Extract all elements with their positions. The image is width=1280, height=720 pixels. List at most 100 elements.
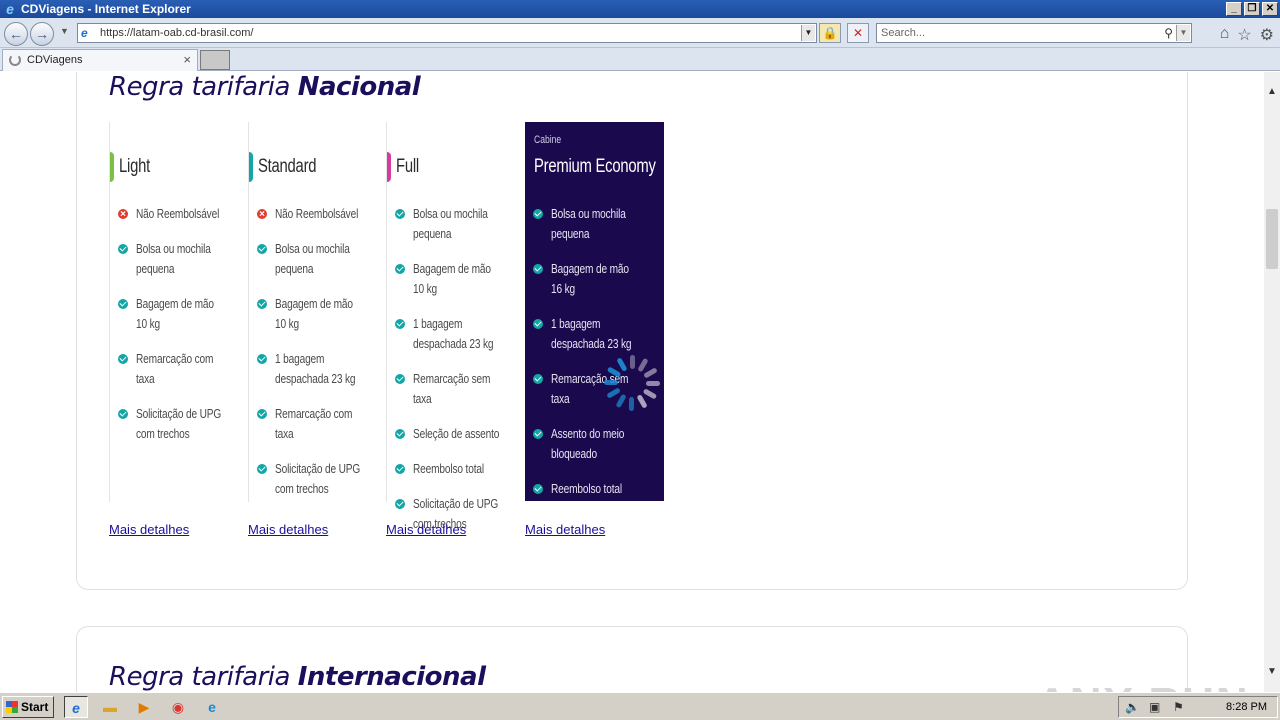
- chrome-icon[interactable]: ◉: [166, 696, 190, 718]
- fare-feature-text: 1 bagagem despachada 23 kg: [551, 316, 632, 351]
- volume-icon[interactable]: 🔈: [1125, 697, 1140, 717]
- fare-feature-text: Bolsa ou mochila pequena: [136, 241, 211, 276]
- fare-feature-text: 1 bagagem despachada 23 kg: [275, 351, 356, 386]
- minimize-button[interactable]: _: [1226, 2, 1242, 16]
- details-link-premium-economy[interactable]: Mais detalhes: [525, 522, 605, 537]
- edge-icon[interactable]: e: [200, 696, 224, 718]
- media-player-icon[interactable]: ▶: [132, 696, 156, 718]
- fare-feature-item: Bolsa ou mochila pequena: [395, 204, 525, 244]
- fare-color-bar: [525, 152, 529, 182]
- check-icon: [257, 354, 267, 364]
- close-window-button[interactable]: ✕: [1262, 2, 1278, 16]
- fare-feature-text: Bolsa ou mochila pequena: [413, 206, 488, 241]
- fare-color-bar: [387, 152, 391, 182]
- action-center-flag-icon[interactable]: ⚑: [1173, 697, 1184, 717]
- fare-feature-item: Não Reembolsável: [257, 204, 387, 225]
- history-dropdown-icon[interactable]: ▼: [60, 26, 69, 36]
- page-viewport: Regra tarifaria Nacional Light Não Reembo…: [0, 72, 1264, 692]
- fare-feature-item: Bagagem de mão 16 kg: [533, 259, 663, 299]
- check-icon: [118, 299, 128, 309]
- check-icon: [118, 409, 128, 419]
- spinner-segment: [607, 388, 620, 398]
- fare-feature-item: Remarcação sem taxa: [395, 369, 525, 409]
- network-icon[interactable]: ▣: [1149, 697, 1160, 717]
- spinner-segment: [638, 358, 648, 372]
- search-icon[interactable]: ⚲: [1164, 24, 1173, 42]
- fare-feature-item: 1 bagagem despachada 23 kg: [257, 349, 387, 389]
- tab-cdviagens[interactable]: CDViagens ×: [2, 49, 198, 71]
- spinner-segment: [643, 389, 657, 399]
- check-icon: [533, 374, 543, 384]
- fare-feature-text: Seleção de assento: [413, 426, 500, 441]
- fare-feature-item: Bagagem de mão 10 kg: [395, 259, 525, 299]
- address-url: https://latam-oab.cd-brasil.com/: [100, 27, 254, 39]
- spinner-segment: [629, 397, 634, 411]
- fare-feature-item: Remarcação com taxa: [257, 404, 387, 444]
- cabin-label: Cabine: [534, 134, 562, 146]
- fare-feature-text: Remarcação sem taxa: [413, 371, 491, 406]
- fare-feature-text: Assento do meio bloqueado: [551, 426, 625, 461]
- fare-feature-text: Reembolso total: [551, 481, 622, 496]
- restore-button[interactable]: ❐: [1244, 2, 1260, 16]
- settings-gear-icon[interactable]: ⚙: [1260, 25, 1274, 45]
- fare-column-premium-economy: Cabine Premium Economy Bolsa ou mochila pe…: [525, 122, 664, 501]
- fare-name: Light: [119, 156, 150, 177]
- fare-feature-item: 1 bagagem despachada 23 kg: [395, 314, 525, 354]
- home-icon[interactable]: ⌂: [1220, 25, 1230, 45]
- check-icon: [395, 429, 405, 439]
- scroll-down-icon[interactable]: ▼: [1264, 664, 1280, 680]
- ie-taskbar-icon[interactable]: e: [64, 696, 88, 718]
- fare-header: Light: [110, 152, 159, 182]
- check-icon: [395, 464, 405, 474]
- fare-feature-text: Bagagem de mão 10 kg: [136, 296, 214, 331]
- check-icon: [257, 299, 267, 309]
- browser-toolbar: ← → ▼ e https://latam-oab.cd-brasil.com/…: [0, 18, 1280, 48]
- check-icon: [533, 319, 543, 329]
- loading-spinner-icon: [604, 355, 660, 411]
- page-icon: e: [81, 26, 88, 40]
- stop-button[interactable]: ✕: [847, 23, 869, 43]
- forward-button[interactable]: →: [30, 22, 54, 46]
- favorites-star-icon[interactable]: ☆: [1237, 25, 1251, 45]
- fare-feature-item: Bolsa ou mochila pequena: [533, 204, 663, 244]
- address-bar[interactable]: e https://latam-oab.cd-brasil.com/ ▼: [77, 23, 817, 43]
- fare-feature-text: Reembolso total: [413, 461, 484, 476]
- search-dropdown-icon[interactable]: ▼: [1176, 25, 1190, 41]
- fare-column-standard: Standard Não Reembolsável Bolsa ou mochila…: [248, 122, 387, 502]
- spinner-segment: [630, 355, 635, 369]
- search-input[interactable]: Search... ⚲ ▼: [876, 23, 1192, 43]
- fare-feature-text: Não Reembolsável: [136, 206, 220, 221]
- clock: 8:28 PM: [1226, 701, 1267, 713]
- vertical-scrollbar[interactable]: ▲ ▼: [1264, 72, 1280, 692]
- check-icon: [257, 244, 267, 254]
- scroll-thumb[interactable]: [1266, 209, 1278, 269]
- spinner-segment: [644, 368, 657, 378]
- new-tab-button[interactable]: [200, 50, 230, 70]
- fare-feature-item: Solicitação de UPG com trechos: [118, 404, 248, 444]
- fare-feature-text: Solicitação de UPG com trechos: [136, 406, 222, 441]
- back-button[interactable]: ←: [4, 22, 28, 46]
- fare-feature-item: Bolsa ou mochila pequena: [118, 239, 248, 279]
- scroll-up-icon[interactable]: ▲: [1264, 84, 1280, 100]
- close-tab-icon[interactable]: ×: [183, 50, 191, 70]
- start-button[interactable]: Start: [2, 696, 54, 718]
- check-icon: [395, 319, 405, 329]
- details-link-standard[interactable]: Mais detalhes: [248, 522, 328, 537]
- lock-icon[interactable]: 🔒: [819, 23, 841, 43]
- check-icon: [395, 499, 405, 509]
- fare-color-bar: [249, 152, 253, 182]
- tab-title: CDViagens: [27, 54, 83, 66]
- fare-header: Full: [387, 152, 425, 182]
- check-icon: [395, 209, 405, 219]
- spinner-segment: [617, 358, 627, 371]
- fare-feature-item: Bagagem de mão 10 kg: [257, 294, 387, 334]
- fare-column-light: Light Não Reembolsável Bolsa ou mochila pe…: [109, 122, 248, 502]
- explorer-folder-icon[interactable]: ▬: [98, 696, 122, 718]
- details-link-light[interactable]: Mais detalhes: [109, 522, 189, 537]
- details-link-full[interactable]: Mais detalhes: [386, 522, 466, 537]
- fare-feature-item: Assento do meio bloqueado: [533, 424, 663, 464]
- spinner-segment: [607, 367, 621, 377]
- section-title-nacional: Regra tarifaria Nacional: [109, 72, 421, 102]
- fare-name: Full: [396, 156, 419, 177]
- address-dropdown-icon[interactable]: ▼: [801, 25, 815, 41]
